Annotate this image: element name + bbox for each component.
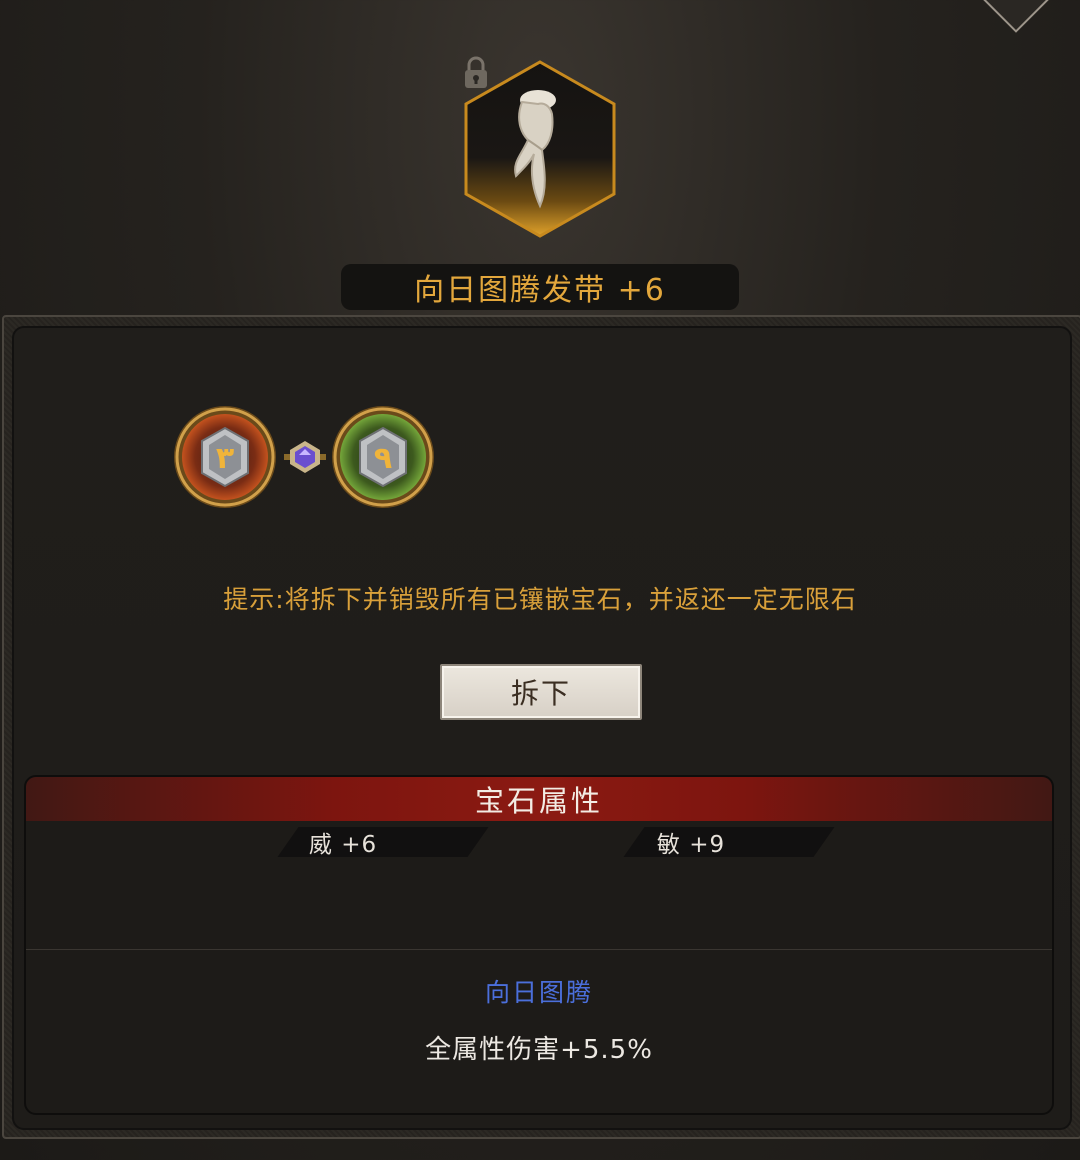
hint-text: 提示:将拆下并销毁所有已镶嵌宝石，并返还一定无限石 — [223, 585, 857, 614]
set-effect: 全属性伤害+5.5% — [425, 1035, 653, 1065]
stat-item: 敏 +9 — [656, 832, 726, 858]
ruby-gem-slot[interactable]: ٣ — [172, 404, 278, 510]
gem-rune: ٣ — [216, 441, 234, 476]
gem-attributes-panel: 宝石属性 威 +6 敏 +9 向日图腾 全属性伤害+5.5% — [24, 775, 1054, 1115]
set-name: 向日图腾 — [484, 978, 593, 1007]
stat-item: 威 +6 — [308, 832, 378, 858]
gem-link-icon — [284, 441, 326, 473]
divider — [26, 949, 1052, 950]
item-icon-frame[interactable] — [458, 58, 622, 240]
emerald-gem-slot[interactable]: ٩ — [330, 404, 436, 510]
item-name: 向日图腾发带 +6 — [341, 264, 739, 310]
gem-rune: ٩ — [374, 441, 392, 476]
gem-attributes-title: 宝石属性 — [26, 777, 1052, 821]
remove-gems-button[interactable]: 拆下 — [440, 664, 642, 720]
